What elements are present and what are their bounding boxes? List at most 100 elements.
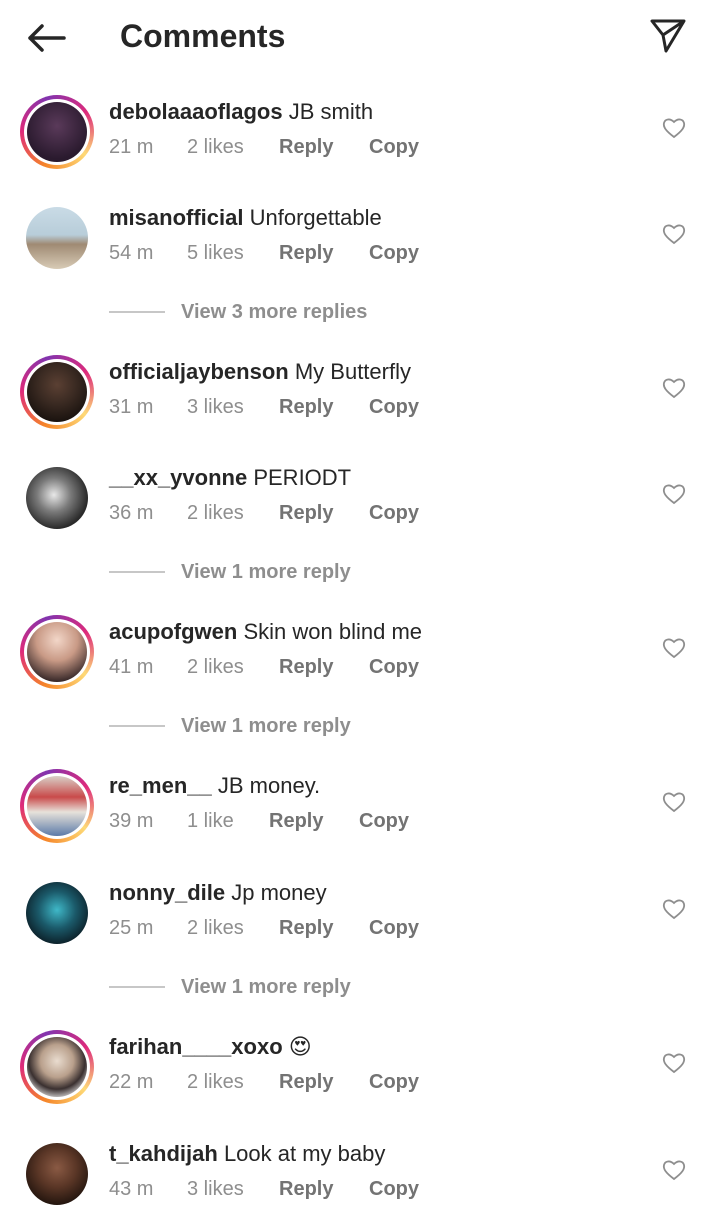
divider <box>109 986 165 988</box>
view-replies-button[interactable]: View 1 more reply <box>109 557 351 587</box>
comment-likes[interactable]: 3 likes <box>187 394 279 420</box>
comment-text: Jp money <box>231 880 327 905</box>
comment-meta: 41 m 2 likes Reply Copy <box>109 654 419 680</box>
comment-text: JB money. <box>217 773 321 798</box>
comment-likes[interactable]: 3 likes <box>187 1176 279 1202</box>
avatar[interactable] <box>20 461 94 535</box>
copy-button[interactable]: Copy <box>369 915 419 941</box>
reply-button[interactable]: Reply <box>279 654 369 680</box>
comment-username[interactable]: t_kahdijah <box>109 1141 218 1166</box>
comments-list: debolaaaoflagos JB smith 21 m2 likes Repl… <box>0 0 720 1218</box>
comment-username[interactable]: nonny_dile <box>109 880 225 905</box>
comment-text: Skin won blind me <box>243 619 423 644</box>
comment-username[interactable]: officialjaybenson <box>109 359 289 384</box>
avatar[interactable] <box>20 876 94 950</box>
view-replies-button[interactable]: View 1 more reply <box>109 972 351 1002</box>
comment-likes[interactable]: 2 likes <box>187 500 279 526</box>
comment-likes[interactable]: 1 like <box>187 808 269 834</box>
comment-likes[interactable]: 5 likes <box>187 240 279 266</box>
comment-time: 54 m <box>109 242 154 264</box>
copy-button[interactable]: Copy <box>369 394 419 420</box>
reply-button[interactable]: Reply <box>279 915 369 941</box>
view-replies-button[interactable]: View 1 more reply <box>109 711 351 741</box>
comment-meta: 25 m 2 likes Reply Copy <box>109 915 419 941</box>
comment-likes[interactable]: 2 likes <box>187 134 279 160</box>
reply-button[interactable]: Reply <box>269 808 359 834</box>
avatar[interactable] <box>20 1137 94 1211</box>
reply-button[interactable]: Reply <box>279 1069 369 1095</box>
comment-time: 21 m <box>109 136 154 158</box>
comment-likes[interactable]: 2 likes <box>187 915 279 941</box>
comment-item: re_men__ JB money. 39 m 1 like Reply Copy <box>0 769 720 869</box>
reply-button[interactable]: Reply <box>279 394 369 420</box>
view-replies-label: View 3 more replies <box>181 300 368 323</box>
comment-item: acupofgwen Skin won blind me 41 m 2 likes… <box>0 615 720 715</box>
comment-text: Unforgettable <box>249 205 382 230</box>
comment-meta: 54 m 5 likes Reply Copy <box>109 240 419 266</box>
comment-text: JB smith <box>288 99 374 124</box>
divider <box>109 571 165 573</box>
avatar[interactable] <box>20 95 94 169</box>
heart-icon[interactable] <box>662 483 686 505</box>
copy-button[interactable]: Copy <box>369 1176 419 1202</box>
comment-text: My Butterfly <box>294 359 411 384</box>
copy-button[interactable]: Copy <box>369 654 419 680</box>
reply-button[interactable]: Reply <box>279 240 369 266</box>
avatar[interactable] <box>20 769 94 843</box>
heart-icon[interactable] <box>662 377 686 399</box>
reply-button[interactable]: Reply <box>279 1176 369 1202</box>
comment-time: 25 m <box>109 917 154 939</box>
comment-text: PERIODT <box>253 465 352 490</box>
comment-likes[interactable]: 2 likes <box>187 654 279 680</box>
view-replies-label: View 1 more reply <box>181 975 351 998</box>
comment-meta: 36 m 2 likes Reply Copy <box>109 500 419 526</box>
copy-button[interactable]: Copy <box>359 808 409 834</box>
comment-username[interactable]: farihan____xoxo <box>109 1034 283 1059</box>
comment-meta: 39 m 1 like Reply Copy <box>109 808 409 834</box>
view-replies-label: View 1 more reply <box>181 714 351 737</box>
comment-item: officialjaybenson My Butterfly 31 m 3 lik… <box>0 355 720 455</box>
heart-icon[interactable] <box>662 791 686 813</box>
divider <box>109 725 165 727</box>
comment-time: 36 m <box>109 502 154 524</box>
copy-button[interactable]: Copy <box>369 240 419 266</box>
avatar[interactable] <box>20 355 94 429</box>
copy-button[interactable]: Copy <box>369 134 419 160</box>
heart-icon[interactable] <box>662 1052 686 1074</box>
comment-text: Look at my baby <box>223 1141 386 1166</box>
comment-time: 43 m <box>109 1178 154 1200</box>
comment-time: 39 m <box>109 810 154 832</box>
comment-item: t_kahdijah Look at my baby 43 m 3 likes Re… <box>0 1137 720 1218</box>
heart-icon[interactable] <box>662 117 686 139</box>
comment-username[interactable]: acupofgwen <box>109 619 237 644</box>
comment-username[interactable]: misanofficial <box>109 205 243 230</box>
heart-icon[interactable] <box>662 898 686 920</box>
copy-button[interactable]: Copy <box>369 1069 419 1095</box>
comment-username[interactable]: __xx_yvonne <box>109 465 247 490</box>
view-replies-label: View 1 more reply <box>181 560 351 583</box>
heart-icon[interactable] <box>662 637 686 659</box>
heart-icon[interactable] <box>662 1159 686 1181</box>
divider <box>109 311 165 313</box>
comment-item: misanofficial Unforgettable 54 m 5 likes R… <box>0 201 720 301</box>
avatar[interactable] <box>20 615 94 689</box>
view-replies-button[interactable]: View 3 more replies <box>109 297 367 327</box>
comment-likes[interactable]: 2 likes <box>187 1069 279 1095</box>
comment-item: __xx_yvonne PERIODT 36 m 2 likes Reply Copy <box>0 461 720 561</box>
avatar[interactable] <box>20 1030 94 1104</box>
avatar[interactable] <box>20 201 94 275</box>
comment-username[interactable]: re_men__ <box>109 773 212 798</box>
comment-item: farihan____xoxo 😍 22 m 2 likes Reply Copy <box>0 1030 720 1130</box>
comment-item: debolaaaoflagos JB smith 21 m 2 likes Repl… <box>0 95 720 195</box>
heart-icon[interactable] <box>662 223 686 245</box>
comment-text: 😍 <box>288 1034 312 1059</box>
comment-meta: 31 m 3 likes Reply Copy <box>109 394 419 420</box>
reply-button[interactable]: Reply <box>279 500 369 526</box>
reply-button[interactable]: Reply <box>279 134 369 160</box>
copy-button[interactable]: Copy <box>369 500 419 526</box>
comment-time: 41 m <box>109 656 154 678</box>
comment-meta: 43 m 3 likes Reply Copy <box>109 1176 419 1202</box>
comment-time: 31 m <box>109 396 154 418</box>
comment-meta: 22 m 2 likes Reply Copy <box>109 1069 419 1095</box>
comment-username[interactable]: debolaaaoflagos <box>109 99 283 124</box>
